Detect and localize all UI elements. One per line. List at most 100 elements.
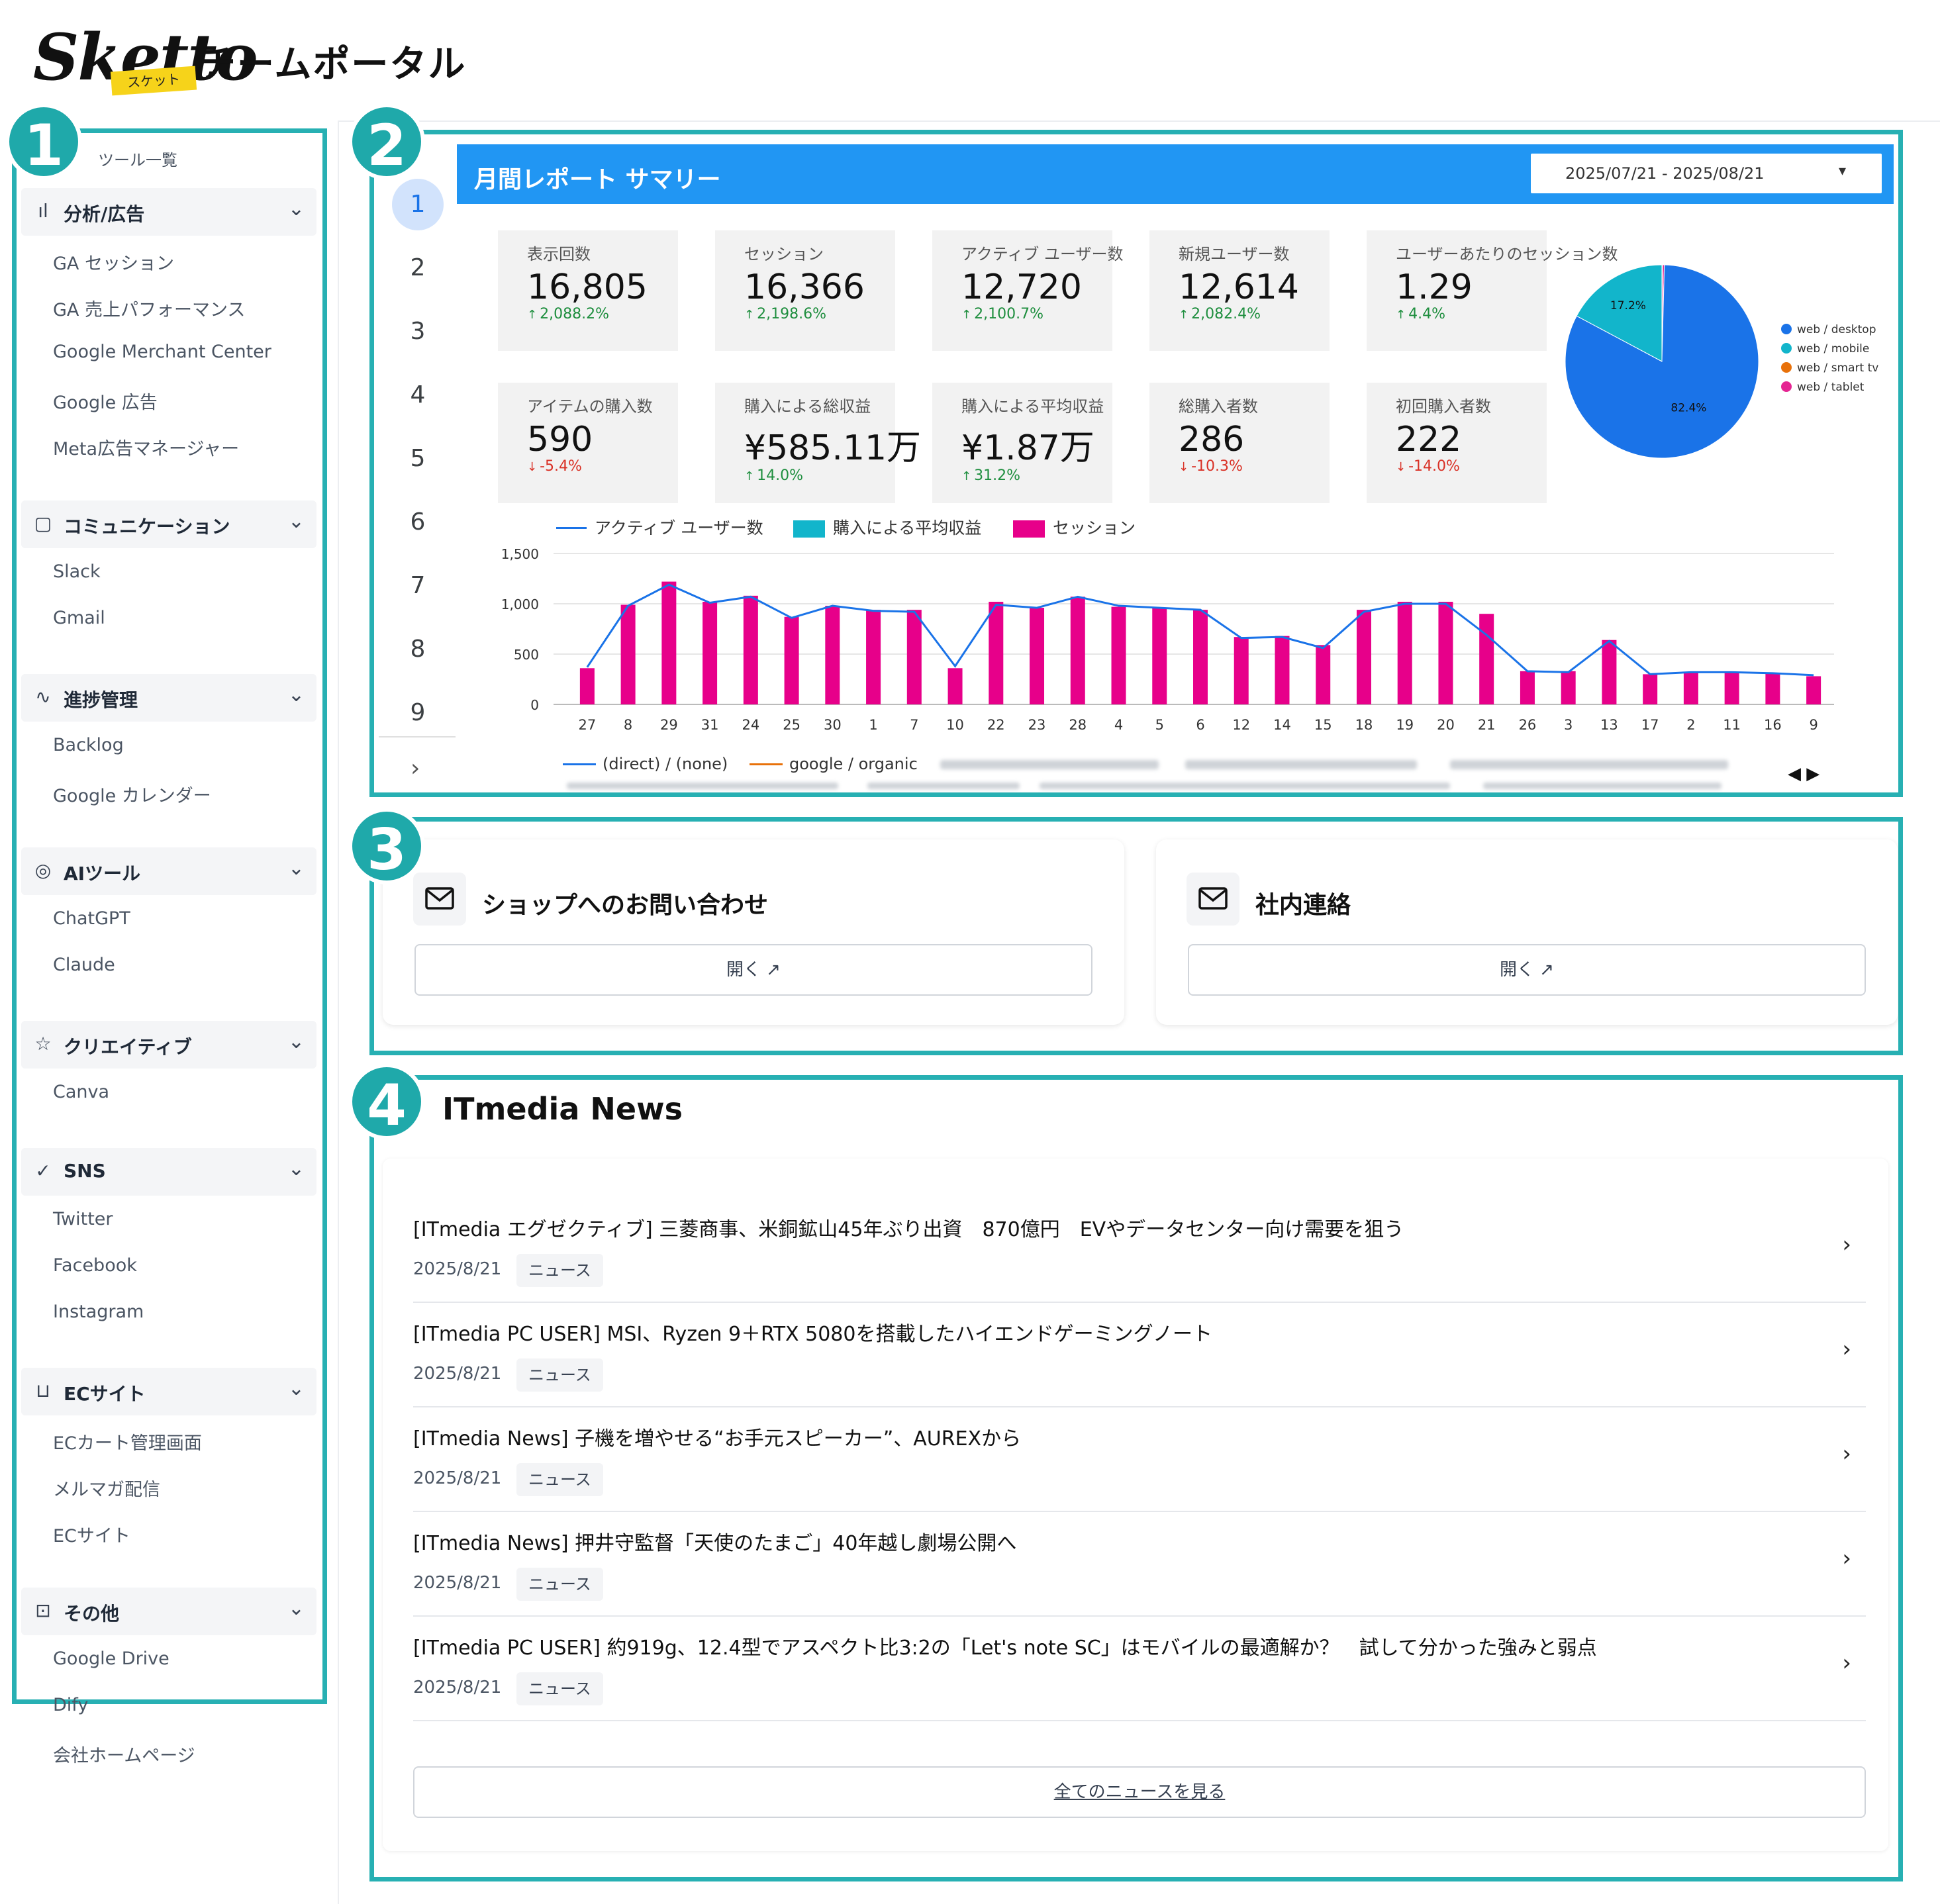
sidebar-item[interactable]: ChatGPT (53, 908, 130, 929)
sidebar-category-7[interactable]: ⊡ その他 ⌄ (21, 1588, 316, 1635)
news-item[interactable]: [ITmedia News] 押井守監督「天使のたまご」40年越し劇場公開へ 20… (413, 1512, 1866, 1617)
page-tab-9[interactable]: 9 (392, 687, 444, 739)
x-tick-label: 1 (869, 717, 877, 733)
chevron-right-icon[interactable]: › (411, 755, 420, 782)
sidebar-category-5[interactable]: ✓ SNS ⌄ (21, 1148, 316, 1196)
session-bar (1438, 601, 1453, 704)
x-tick-label: 31 (701, 717, 719, 733)
sidebar-item[interactable]: Google 広告 (53, 388, 158, 414)
chevron-right-icon[interactable]: › (1842, 1545, 1851, 1572)
line-swatch-blue (563, 763, 596, 765)
sidebar-item[interactable]: Claude (53, 955, 115, 975)
page-tab-4[interactable]: 4 (392, 369, 444, 421)
sidebar-item[interactable]: Facebook (53, 1255, 137, 1276)
arrow-down-icon: ↓ (1179, 460, 1189, 474)
sidebar-category-1[interactable]: ▢ コミュニケーション ⌄ (21, 500, 316, 548)
pie-legend-label: web / desktop (1797, 323, 1876, 336)
sidebar-divider (338, 120, 339, 1904)
page-tab-5[interactable]: 5 (392, 433, 444, 485)
sidebar-item[interactable]: Dify (53, 1695, 88, 1715)
kpi-delta-value: 2,088.2% (540, 306, 609, 322)
contact-card-title: 社内連絡 (1255, 892, 1351, 919)
news-item[interactable]: [ITmedia PC USER] 約919g、12.4型でアスペクト比3:2の… (413, 1617, 1866, 1721)
kpi-value: 286 (1179, 420, 1245, 459)
kpi-label: 購入による平均収益 (961, 397, 1104, 416)
sidebar-item[interactable]: Google Drive (53, 1648, 170, 1669)
news-item[interactable]: [ITmedia PC USER] MSI、Ryzen 9＋RTX 5080を搭… (413, 1303, 1866, 1407)
sidebar-item[interactable]: Gmail (53, 608, 105, 628)
chevron-right-icon[interactable]: › (1842, 1441, 1851, 1467)
page-tab-8[interactable]: 8 (392, 624, 444, 675)
chevron-right-icon[interactable]: › (1842, 1336, 1851, 1362)
sidebar-category-0[interactable]: ıl 分析/広告 ⌄ (21, 188, 316, 236)
device-pie-chart: 17.2% 82.4% (1565, 264, 1759, 459)
sidebar-item[interactable]: Backlog (53, 735, 124, 755)
sidebar-item[interactable]: メルマガ配信 (53, 1475, 160, 1501)
kpi-delta-value: 2,082.4% (1191, 306, 1261, 322)
bar-swatch (1013, 520, 1045, 538)
open-button[interactable]: 開く ↗ (414, 944, 1092, 996)
y-tick-label: 1,500 (501, 546, 539, 562)
combo-legend-label: セッション (1053, 518, 1136, 538)
sidebar-item[interactable]: Canva (53, 1082, 109, 1102)
chevron-right-icon[interactable]: › (1842, 1650, 1851, 1676)
sidebar-item[interactable]: Meta広告マネージャー (53, 434, 239, 460)
news-date: 2025/8/21 (413, 1678, 502, 1697)
sidebar-category-3[interactable]: ◎ AIツール ⌄ (21, 847, 316, 895)
page-tab-2[interactable]: 2 (392, 242, 444, 294)
sidebar-item[interactable]: 会社ホームページ (53, 1741, 195, 1767)
session-bar (1397, 601, 1412, 704)
sidebar-item[interactable]: GA セッション (53, 249, 174, 275)
line-swatch-orange (750, 763, 783, 765)
kpi-delta: ↑ 31.2% (961, 467, 1020, 484)
kpi-delta-value: 2,100.7% (974, 306, 1043, 322)
sidebar-category-4[interactable]: ☆ クリエイティブ ⌄ (21, 1021, 316, 1069)
page-tab-1[interactable]: 1 (392, 179, 444, 230)
header-divider (338, 120, 1940, 122)
sidebar-category-2[interactable]: ∿ 進捗管理 ⌄ (21, 674, 316, 722)
see-all-news-button[interactable]: 全てのニュースを見る (413, 1766, 1866, 1818)
y-tick-label: 0 (530, 697, 539, 713)
sidebar-item[interactable]: Slack (53, 561, 101, 582)
sidebar-category-6[interactable]: ⊔ ECサイト ⌄ (21, 1368, 316, 1415)
sidebar-item[interactable]: ECカート管理画面 (53, 1429, 202, 1454)
session-bar (1765, 673, 1780, 704)
kpi-card: 購入による総収益 ¥585.11万 ↑ 14.0% (715, 383, 921, 503)
chevron-down-icon: ⌄ (287, 510, 305, 533)
arrow-up-icon: ↑ (961, 308, 972, 322)
kpi-card: セッション 16,366 ↑ 2,198.6% (715, 230, 895, 351)
report-header: 月間レポート サマリー 2025/07/21 - 2025/08/21 ▾ (457, 144, 1894, 204)
chevron-right-icon[interactable]: › (1842, 1231, 1851, 1258)
kpi-card: アイテムの購入数 590 ↓ -5.4% (498, 383, 678, 503)
pie-legend-item: web / mobile (1781, 342, 1869, 356)
sidebar-item[interactable]: Google カレンダー (53, 781, 211, 807)
news-item[interactable]: [ITmedia エグゼクティブ] 三菱商事、米銅鉱山45年ぶり出資 870億円… (413, 1198, 1866, 1303)
sidebar-item[interactable]: Instagram (53, 1302, 144, 1322)
sidebar-item[interactable]: Google Merchant Center (53, 342, 271, 362)
page-tab-3[interactable]: 3 (392, 306, 444, 357)
legend-next-icon[interactable]: ◀ ▶ (1788, 764, 1819, 784)
sidebar-item[interactable]: ECサイト (53, 1521, 130, 1547)
kpi-delta: ↑ 2,198.6% (744, 306, 826, 322)
x-tick-label: 4 (1114, 717, 1123, 733)
arrow-down-icon: ↓ (527, 460, 538, 474)
kpi-delta-value: 2,198.6% (757, 306, 826, 322)
page-tab-6[interactable]: 6 (392, 497, 444, 548)
badge-3: 3 (348, 808, 425, 884)
sidebar-item[interactable]: GA 売上パフォーマンス (53, 295, 245, 321)
sidebar-category-label: コミュニケーション (64, 516, 230, 538)
session-bar (1193, 610, 1208, 704)
open-button[interactable]: 開く ↗ (1188, 944, 1866, 996)
date-range-picker[interactable]: 2025/07/21 - 2025/08/21 ▾ (1531, 154, 1882, 193)
kpi-delta: ↓ -5.4% (527, 458, 582, 475)
page-tab-7[interactable]: 7 (392, 560, 444, 612)
sidebar-title: ツール一覧 (98, 151, 177, 169)
news-item[interactable]: [ITmedia News] 子機を増やせる“お手元スピーカー”、AUREXから… (413, 1407, 1866, 1512)
session-bar (1561, 671, 1576, 704)
x-tick-label: 30 (824, 717, 842, 733)
kpi-label: 表示回数 (527, 245, 591, 263)
sidebar-item[interactable]: Twitter (53, 1209, 113, 1229)
report-title: 月間レポート サマリー (474, 166, 721, 193)
footer-legend-direct: (direct) / (none) (563, 755, 728, 773)
bar-chart-icon: ıl (38, 200, 48, 222)
